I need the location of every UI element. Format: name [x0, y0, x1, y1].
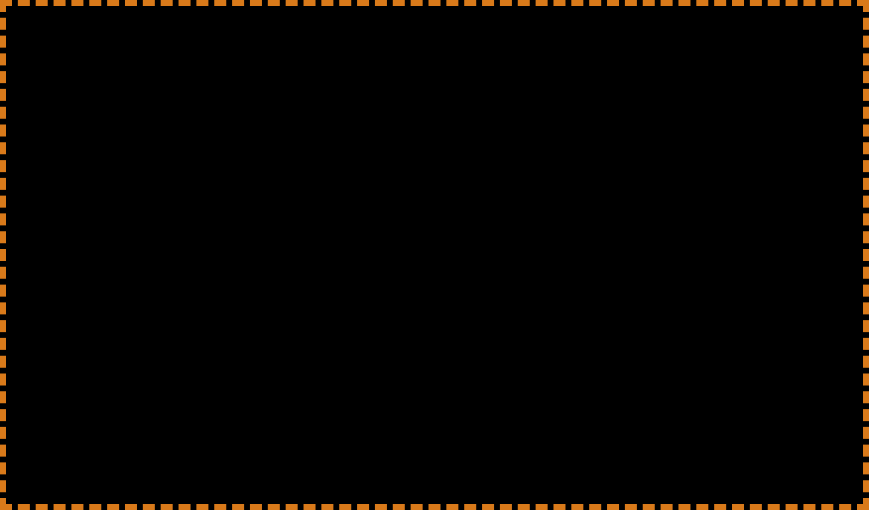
menu-font[interactable]: 字体: [243, 9, 281, 30]
status-text: 就绪: [14, 479, 38, 496]
new-button[interactable]: [12, 32, 34, 52]
canvas-shape: [89, 134, 248, 232]
menu-color[interactable]: 颜色: [163, 9, 201, 30]
copy-button[interactable]: [117, 32, 139, 52]
menu-view[interactable]: 查看(V): [323, 9, 377, 30]
taskbar-fragment: [7, 498, 862, 504]
canvas-shape: [104, 85, 208, 153]
menu-file[interactable]: 文件(F): [12, 9, 65, 30]
menu-help[interactable]: 帮助(H): [379, 9, 434, 30]
canvas-shapes: [10, 56, 859, 476]
status-bar: 就绪: [8, 478, 861, 496]
toolbar-separator: [168, 34, 169, 50]
cut-button[interactable]: [93, 32, 115, 52]
new-file-icon: [15, 34, 31, 50]
drawing-canvas[interactable]: [8, 54, 861, 478]
app-window: 文件(F) 编辑(E) 绘图 颜色 填充 字体 修改 查看(V) 帮助(H): [7, 5, 862, 497]
menu-modify[interactable]: 修改: [283, 9, 321, 30]
toolbar-separator: [87, 34, 88, 50]
paste-clipboard-icon: [144, 34, 160, 50]
canvas-shape: [142, 149, 285, 266]
cut-scissors-icon: [96, 34, 112, 50]
about-button[interactable]: [207, 32, 229, 52]
open-button[interactable]: [36, 32, 58, 52]
menu-draw[interactable]: 绘图: [123, 9, 161, 30]
menu-edit[interactable]: 编辑(E): [67, 9, 121, 30]
save-disk-icon: [63, 34, 79, 50]
canvas-shape: [119, 66, 184, 183]
print-button[interactable]: [174, 32, 196, 52]
help-question-icon: [210, 34, 226, 50]
menu-fill[interactable]: 填充: [203, 9, 241, 30]
toolbar-separator: [201, 34, 202, 50]
menu-bar: 文件(F) 编辑(E) 绘图 颜色 填充 字体 修改 查看(V) 帮助(H): [8, 10, 861, 30]
canvas-shape: [283, 122, 386, 224]
copy-icon: [120, 34, 136, 50]
printer-icon: [177, 34, 193, 50]
save-button[interactable]: [60, 32, 82, 52]
paste-button[interactable]: [141, 32, 163, 52]
toolbar: [8, 30, 861, 54]
canvas-shape: [209, 110, 316, 188]
open-folder-icon: [39, 34, 55, 50]
canvas-shape: [245, 136, 269, 249]
